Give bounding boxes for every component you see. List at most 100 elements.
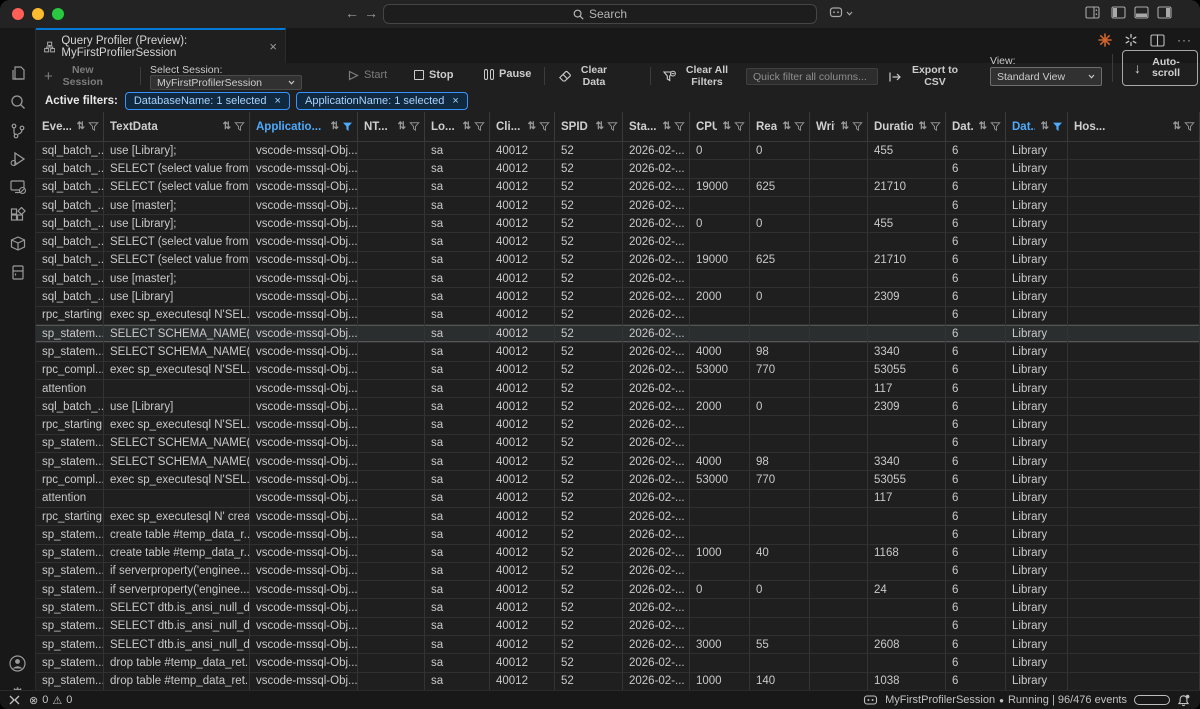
sort-icon[interactable]: ⇅ — [331, 121, 339, 132]
remove-filter-icon[interactable]: × — [275, 95, 281, 107]
table-row[interactable]: sp_statem...drop table #temp_data_ret...… — [36, 654, 1200, 672]
table-row[interactable]: sp_statem...SELECT SCHEMA_NAME(t...vscod… — [36, 343, 1200, 361]
table-row[interactable]: sp_statem...SELECT dtb.is_ansi_null_d...… — [36, 599, 1200, 617]
column-header[interactable]: Applicatio...⇅ — [250, 112, 358, 142]
table-row[interactable]: rpc_startingexec sp_executesql N'SEL...v… — [36, 416, 1200, 434]
select-session-dropdown[interactable]: MyFirstProfilerSession — [150, 75, 302, 90]
table-row[interactable]: rpc_startingexec sp_executesql N' crea..… — [36, 508, 1200, 526]
filter-icon[interactable] — [607, 121, 618, 132]
new-session-button[interactable]: + New Session — [44, 65, 108, 88]
profiler-session-status[interactable]: MyFirstProfilerSession ● Running | 96/47… — [885, 694, 1127, 706]
table-row[interactable]: sql_batch_...use [Library];vscode-mssql-… — [36, 142, 1200, 160]
table-row[interactable]: sql_batch_...SELECT (select value from .… — [36, 233, 1200, 251]
table-row[interactable]: sp_statem...create table #temp_data_r...… — [36, 526, 1200, 544]
view-dropdown[interactable]: Standard View — [990, 67, 1102, 86]
column-header[interactable]: TextData⇅ — [104, 112, 250, 142]
table-row[interactable]: sql_batch_...use [master];vscode-mssql-O… — [36, 197, 1200, 215]
table-row[interactable]: sp_statem...SELECT dtb.is_ansi_null_d...… — [36, 618, 1200, 636]
filter-icon[interactable] — [234, 121, 245, 132]
column-header[interactable]: Sta...⇅ — [623, 112, 690, 142]
filter-icon[interactable] — [990, 121, 1001, 132]
column-header[interactable]: Duration⇅ — [868, 112, 946, 142]
customize-layout-icon[interactable] — [1085, 6, 1100, 19]
notifications-bell-icon[interactable] — [1177, 694, 1190, 707]
filter-icon[interactable] — [1052, 121, 1063, 132]
column-header[interactable]: CPU⇅ — [690, 112, 750, 142]
explorer-icon[interactable] — [6, 62, 30, 86]
table-row[interactable]: sp_statem...SELECT dtb.is_ansi_null_d...… — [36, 636, 1200, 654]
filter-icon[interactable] — [734, 121, 745, 132]
filter-icon[interactable] — [794, 121, 805, 132]
toggle-panel-icon[interactable] — [1134, 6, 1149, 19]
filter-icon[interactable] — [539, 121, 550, 132]
sort-icon[interactable]: ⇅ — [723, 121, 731, 132]
filter-icon[interactable] — [930, 121, 941, 132]
table-row[interactable]: sp_statem...SELECT SCHEMA_NAME(t...vscod… — [36, 435, 1200, 453]
toggle-primary-sidebar-icon[interactable] — [1111, 6, 1126, 19]
toggle-secondary-sidebar-icon[interactable] — [1157, 6, 1172, 19]
search-sidebar-icon[interactable] — [6, 90, 30, 114]
forward-icon[interactable]: → — [364, 5, 378, 21]
close-window-button[interactable] — [12, 8, 24, 20]
clear-all-filters-button[interactable]: Clear All Filters — [662, 65, 733, 88]
sort-icon[interactable]: ⇅ — [783, 121, 791, 132]
sort-icon[interactable]: ⇅ — [223, 121, 231, 132]
remote-explorer-icon[interactable] — [6, 175, 30, 199]
remove-filter-icon[interactable]: × — [452, 95, 458, 107]
table-row[interactable]: sp_statem...SELECT SCHEMA_NAME(t...vscod… — [36, 453, 1200, 471]
table-row[interactable]: rpc_compl...exec sp_executesql N'SEL...v… — [36, 471, 1200, 489]
table-row[interactable]: sp_statem...drop table #temp_data_ret...… — [36, 673, 1200, 690]
column-header[interactable]: SPID⇅ — [555, 112, 623, 142]
more-actions-icon[interactable]: ··· — [1177, 33, 1192, 47]
table-row[interactable]: sql_batch_...use [Library]vscode-mssql-O… — [36, 398, 1200, 416]
table-row[interactable]: sql_batch_...SELECT (select value from .… — [36, 252, 1200, 270]
column-header[interactable]: Hos...⇅ — [1068, 112, 1200, 142]
sort-icon[interactable]: ⇅ — [528, 121, 536, 132]
sort-icon[interactable]: ⇅ — [841, 121, 849, 132]
start-button[interactable]: Start — [348, 69, 387, 81]
filter-chip[interactable]: DatabaseName: 1 selected× — [125, 92, 290, 110]
column-header[interactable]: NT...⇅ — [358, 112, 425, 142]
pause-button[interactable]: Pause — [484, 68, 531, 80]
sort-icon[interactable]: ⇅ — [979, 121, 987, 132]
tab-close-icon[interactable]: × — [269, 39, 277, 54]
table-row[interactable]: sp_statem...create table #temp_data_r...… — [36, 545, 1200, 563]
remote-indicator-icon[interactable] — [8, 694, 21, 706]
stop-button[interactable]: Stop — [414, 69, 453, 81]
sort-icon[interactable]: ⇅ — [919, 121, 927, 132]
back-icon[interactable]: ← — [345, 5, 359, 21]
table-row[interactable]: sql_batch_...use [master];vscode-mssql-O… — [36, 270, 1200, 288]
containers-icon[interactable] — [6, 232, 30, 256]
copilot-menu-icon[interactable] — [829, 6, 853, 20]
column-header[interactable]: Writ...⇅ — [810, 112, 868, 142]
quick-filter-input[interactable] — [746, 68, 878, 85]
filter-icon[interactable] — [409, 121, 420, 132]
ai-swirl-icon[interactable] — [1124, 33, 1138, 47]
extensions-icon[interactable] — [6, 204, 30, 228]
export-csv-button[interactable]: Export to CSV — [888, 65, 963, 88]
sort-icon[interactable]: ⇅ — [398, 121, 406, 132]
table-row[interactable]: sp_statem...if serverproperty('enginee..… — [36, 581, 1200, 599]
filter-icon[interactable] — [852, 121, 863, 132]
table-row[interactable]: rpc_compl...exec sp_executesql N'SEL...v… — [36, 362, 1200, 380]
table-row[interactable]: sql_batch_...use [Library];vscode-mssql-… — [36, 215, 1200, 233]
extension-starburst-icon[interactable] — [1098, 33, 1112, 47]
column-header[interactable]: Dat...⇅ — [946, 112, 1006, 142]
column-header[interactable]: Cli...⇅ — [490, 112, 555, 142]
filter-icon[interactable] — [1184, 121, 1195, 132]
tab-query-profiler[interactable]: Query Profiler (Preview): MyFirstProfile… — [36, 28, 286, 63]
sort-icon[interactable]: ⇅ — [1173, 121, 1181, 132]
sort-icon[interactable]: ⇅ — [77, 121, 85, 132]
table-row[interactable]: sql_batch_...use [Library]vscode-mssql-O… — [36, 288, 1200, 306]
column-header[interactable]: Rea...⇅ — [750, 112, 810, 142]
table-row[interactable]: attentionvscode-mssql-Obj...sa4001252202… — [36, 380, 1200, 398]
auto-scroll-button[interactable]: ↓ Auto-scroll — [1122, 50, 1198, 86]
filter-chip[interactable]: ApplicationName: 1 selected× — [296, 92, 468, 110]
sort-icon[interactable]: ⇅ — [663, 121, 671, 132]
clear-data-button[interactable]: Clear Data — [558, 65, 611, 88]
table-row[interactable]: sql_batch_...SELECT (select value from .… — [36, 179, 1200, 197]
command-center-search[interactable]: Search — [383, 4, 817, 24]
run-debug-icon[interactable] — [6, 147, 30, 171]
table-row[interactable]: sp_statem...SELECT SCHEMA_NAME(t...vscod… — [36, 325, 1200, 343]
column-header[interactable]: Dat...⇅ — [1006, 112, 1068, 142]
